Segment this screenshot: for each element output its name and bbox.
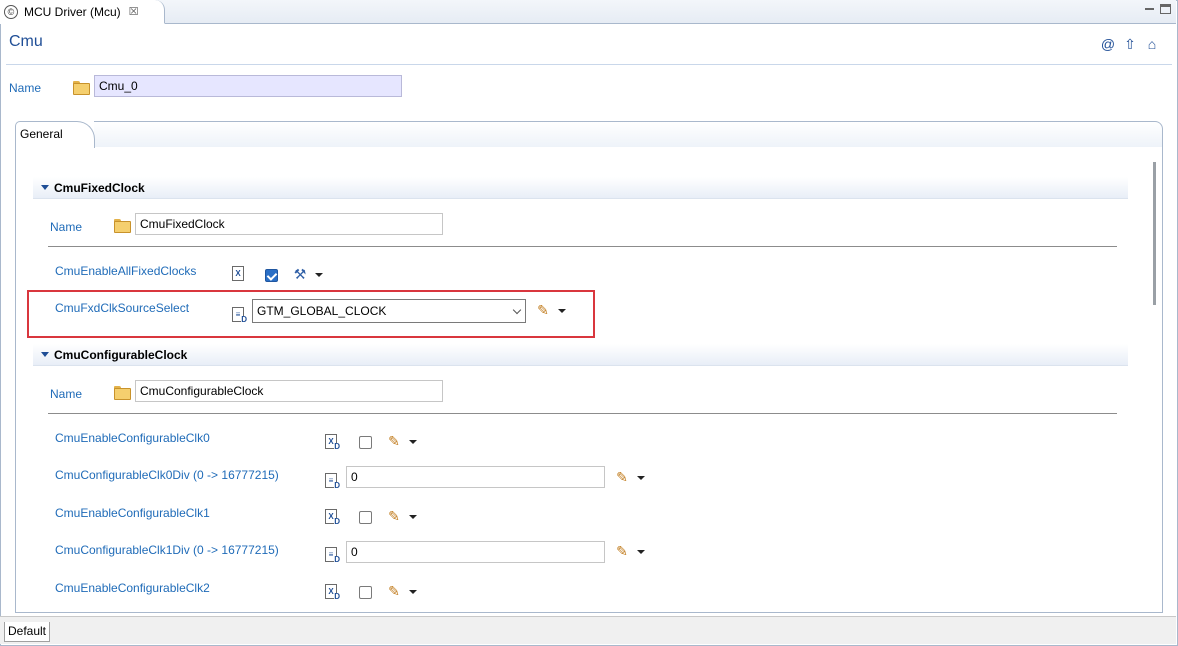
tab-strip (94, 121, 1163, 148)
bottom-tab-bar (0, 616, 1176, 644)
dropdown-arrow-icon[interactable] (637, 476, 645, 480)
editor-tab-label: MCU Driver (Mcu) (24, 4, 121, 19)
tab-default[interactable]: Default (4, 622, 50, 642)
module-icon: © (4, 4, 18, 19)
configurable-clk1-div-field[interactable]: 0 (346, 541, 605, 563)
parameter-x-icon: XD (325, 584, 340, 601)
section-divider (48, 246, 1117, 247)
parameter-x-icon: XD (325, 434, 340, 451)
page-title: Cmu (9, 33, 43, 50)
chevron-down-icon (41, 185, 49, 190)
pencil-icon[interactable]: ✎ (386, 583, 402, 599)
dropdown-arrow-icon[interactable] (409, 515, 417, 519)
wizard-icon[interactable]: ⚒ (292, 266, 308, 282)
enable-all-fixed-clocks-checkbox[interactable] (265, 269, 278, 282)
configurable-name-field[interactable]: CmuConfigurableClock (135, 380, 443, 402)
section-divider (48, 413, 1117, 414)
dropdown-arrow-icon[interactable] (315, 273, 323, 277)
header-divider (6, 64, 1172, 65)
parameter-number-icon: ≡ D (325, 547, 340, 564)
scrollbar-thumb[interactable] (1153, 162, 1156, 305)
parameter-x-icon: XD (325, 509, 340, 526)
tab-general[interactable]: General (15, 121, 95, 148)
parameter-x-icon: X (232, 266, 244, 281)
highlight-box (27, 290, 595, 338)
enable-configurable-clk0-label: CmuEnableConfigurableClk0 (55, 431, 210, 445)
section-header-fixed-clock[interactable]: CmuFixedClock (33, 177, 1128, 199)
editor-tabstrip: © MCU Driver (Mcu) ☒ (0, 0, 1176, 24)
fixed-name-label: Name (50, 220, 83, 234)
pencil-icon[interactable]: ✎ (386, 508, 402, 524)
enable-configurable-clk2-label: CmuEnableConfigurableClk2 (55, 581, 210, 595)
minimize-button[interactable] (1143, 3, 1157, 15)
configurable-clk1-div-label: CmuConfigurableClk1Div (0 -> 16777215) (55, 543, 279, 557)
configurable-clk0-div-label: CmuConfigurableClk0Div (0 -> 16777215) (55, 468, 279, 482)
vertical-scrollbar[interactable] (1149, 150, 1161, 610)
folder-icon (73, 81, 90, 95)
parameter-number-icon: ≡ D (325, 473, 340, 490)
enable-configurable-clk0-checkbox[interactable] (359, 436, 372, 449)
enable-all-fixed-clocks-label: CmuEnableAllFixedClocks (55, 264, 197, 278)
dropdown-arrow-icon[interactable] (637, 550, 645, 554)
pencil-icon[interactable]: ✎ (386, 433, 402, 449)
home-icon[interactable]: ⌂ (1144, 36, 1160, 52)
enable-configurable-clk2-checkbox[interactable] (359, 586, 372, 599)
close-icon[interactable]: ☒ (129, 5, 139, 18)
header-toolbar: @ ⇧ ⌂ (1100, 36, 1160, 52)
dropdown-arrow-icon[interactable] (409, 590, 417, 594)
section-title: CmuConfigurableClock (54, 348, 188, 362)
chevron-down-icon (41, 352, 49, 357)
configurable-name-label: Name (50, 387, 83, 401)
folder-icon (114, 386, 131, 400)
at-icon[interactable]: @ (1100, 36, 1116, 52)
name-label: Name (9, 81, 42, 95)
pencil-icon[interactable]: ✎ (614, 469, 630, 485)
folder-icon (114, 219, 131, 233)
short-name-field[interactable]: Cmu_0 (94, 75, 402, 97)
section-header-configurable-clock[interactable]: CmuConfigurableClock (33, 344, 1128, 366)
fixed-name-field[interactable]: CmuFixedClock (135, 213, 443, 235)
configurable-clk0-div-field[interactable]: 0 (346, 466, 605, 488)
section-title: CmuFixedClock (54, 181, 145, 195)
maximize-button[interactable] (1160, 4, 1171, 14)
enable-configurable-clk1-label: CmuEnableConfigurableClk1 (55, 506, 210, 520)
up-arrow-icon[interactable]: ⇧ (1122, 36, 1138, 52)
dropdown-arrow-icon[interactable] (409, 440, 417, 444)
pencil-icon[interactable]: ✎ (614, 543, 630, 559)
editor-tab-mcu-driver[interactable]: © MCU Driver (Mcu) ☒ (0, 0, 165, 24)
enable-configurable-clk1-checkbox[interactable] (359, 511, 372, 524)
